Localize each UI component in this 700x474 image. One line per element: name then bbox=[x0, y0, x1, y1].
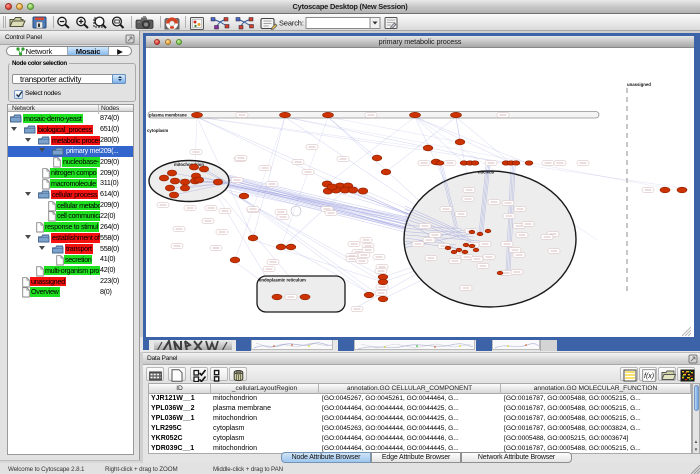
svg-text:plasma membrane: plasma membrane bbox=[149, 113, 187, 118]
svg-text:Search:: Search: bbox=[279, 19, 304, 28]
svg-text:endoplasmic reticulum: endoplasmic reticulum bbox=[259, 278, 306, 283]
svg-text:unassigned: unassigned bbox=[627, 82, 651, 87]
svg-text:cytoplasm: cytoplasm bbox=[147, 128, 168, 133]
svg-text:f(x): f(x) bbox=[644, 373, 654, 380]
